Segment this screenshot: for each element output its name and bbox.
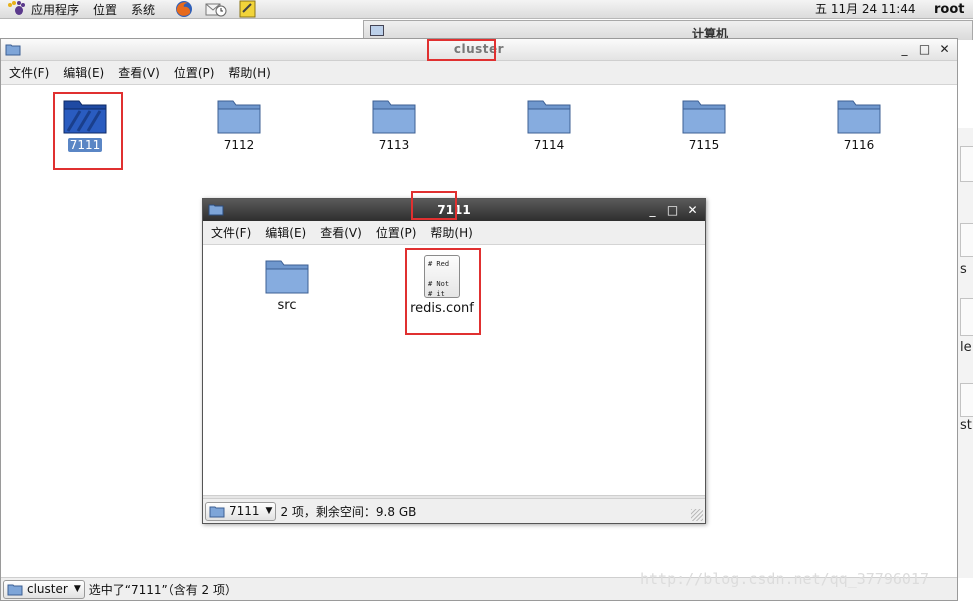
- background-computer-window[interactable]: 计算机: [363, 20, 973, 41]
- folder-icon: [265, 260, 309, 294]
- folder-item-7113[interactable]: 7113: [354, 97, 434, 152]
- edge-fragment: le: [960, 340, 972, 355]
- folder-label: 7116: [843, 138, 875, 152]
- cluster-titlebar[interactable]: cluster _ □ ✕: [1, 39, 957, 61]
- folder-icon: [682, 100, 726, 134]
- folder-item-7115[interactable]: 7115: [664, 97, 744, 152]
- menubar: 文件(F) 编辑(E) 查看(V) 位置(P) 帮助(H): [1, 61, 957, 85]
- folder-label: 7111: [67, 138, 103, 152]
- gnome-foot-icon[interactable]: [8, 1, 26, 17]
- applications-menu[interactable]: 应用程序: [31, 1, 79, 18]
- folder-view[interactable]: src # Red # Not # it redis.conf: [203, 245, 705, 495]
- close-button[interactable]: ✕: [686, 203, 699, 217]
- status-text: 选中了“7111”（含有 2 项）: [88, 582, 237, 597]
- folder-icon: [7, 584, 23, 595]
- folder-icon: [217, 100, 261, 134]
- folder-icon: [372, 100, 416, 134]
- minimize-button[interactable]: _: [646, 203, 659, 217]
- menu-edit[interactable]: 编辑(E): [63, 64, 104, 81]
- chevron-down-icon: ▼: [73, 584, 81, 594]
- folder-icon: [527, 100, 571, 134]
- watermark: http://blog.csdn.net/qq_37796017: [640, 570, 929, 588]
- folder-item-src[interactable]: src: [242, 257, 332, 313]
- menu-file[interactable]: 文件(F): [211, 224, 251, 241]
- top-panel: 应用程序 位置 系统 五 11月 24 11:44 root: [0, 0, 973, 19]
- edge-fragment: s: [960, 262, 967, 277]
- menubar: 文件(F) 编辑(E) 查看(V) 位置(P) 帮助(H): [203, 221, 705, 245]
- firefox-icon[interactable]: [173, 0, 195, 18]
- menu-places[interactable]: 位置(P): [174, 64, 215, 81]
- file-item-redis-conf[interactable]: # Red # Not # it redis.conf: [397, 255, 487, 316]
- menu-edit[interactable]: 编辑(E): [265, 224, 306, 241]
- folder-label: 7115: [688, 138, 720, 152]
- close-button[interactable]: ✕: [938, 42, 951, 56]
- location-value: cluster: [27, 582, 68, 596]
- inner-titlebar[interactable]: 7111 _ □ ✕: [203, 199, 705, 221]
- location-value: 7111: [229, 504, 260, 518]
- folder-item-7114[interactable]: 7114: [509, 97, 589, 152]
- folder-label: 7112: [223, 138, 255, 152]
- menu-view[interactable]: 查看(V): [118, 64, 160, 81]
- background-window-edge: s le st: [957, 128, 973, 578]
- folder-item-7111[interactable]: 7111: [45, 97, 125, 152]
- user-menu[interactable]: root: [934, 0, 965, 19]
- edge-fragment: st: [960, 418, 972, 433]
- location-dropdown[interactable]: 7111 ▼: [205, 501, 277, 521]
- menu-file[interactable]: 文件(F): [9, 64, 49, 81]
- statusbar: 7111 ▼ 2 项，剩余空间：9.8 GB: [203, 498, 705, 523]
- folder-label: 7114: [533, 138, 565, 152]
- clock[interactable]: 五 11月 24 11:44: [815, 0, 916, 19]
- menu-places[interactable]: 位置(P): [376, 224, 417, 241]
- minimize-button[interactable]: _: [898, 42, 911, 56]
- item-label: src: [277, 298, 297, 313]
- text-file-icon: # Red # Not # it: [424, 255, 460, 298]
- system-menu[interactable]: 系统: [131, 1, 155, 18]
- menu-help[interactable]: 帮助(H): [228, 64, 270, 81]
- folder-label: 7113: [378, 138, 410, 152]
- folder-item-7112[interactable]: 7112: [199, 97, 279, 152]
- menu-help[interactable]: 帮助(H): [430, 224, 472, 241]
- maximize-button[interactable]: □: [918, 42, 931, 56]
- window-title: 7111: [437, 203, 471, 217]
- maximize-button[interactable]: □: [666, 203, 679, 217]
- chevron-down-icon: ▼: [265, 506, 273, 516]
- folder-icon: [209, 506, 225, 517]
- folder-icon: [837, 100, 881, 134]
- folder-item-7116[interactable]: 7116: [819, 97, 899, 152]
- places-menu[interactable]: 位置: [93, 1, 117, 18]
- computer-icon: [370, 25, 384, 36]
- location-dropdown[interactable]: cluster ▼: [3, 579, 85, 599]
- folder-7111-window: 7111 _ □ ✕ 文件(F) 编辑(E) 查看(V) 位置(P) 帮助(H)…: [202, 198, 706, 524]
- item-label: redis.conf: [410, 301, 474, 316]
- menu-view[interactable]: 查看(V): [320, 224, 362, 241]
- notes-icon[interactable]: [237, 0, 259, 18]
- mail-clock-icon[interactable]: [205, 0, 227, 18]
- window-title: cluster: [453, 42, 505, 56]
- status-text: 2 项，剩余空间：9.8 GB: [280, 504, 417, 519]
- resize-grip[interactable]: [691, 509, 703, 521]
- folder-selected-icon: [63, 100, 107, 134]
